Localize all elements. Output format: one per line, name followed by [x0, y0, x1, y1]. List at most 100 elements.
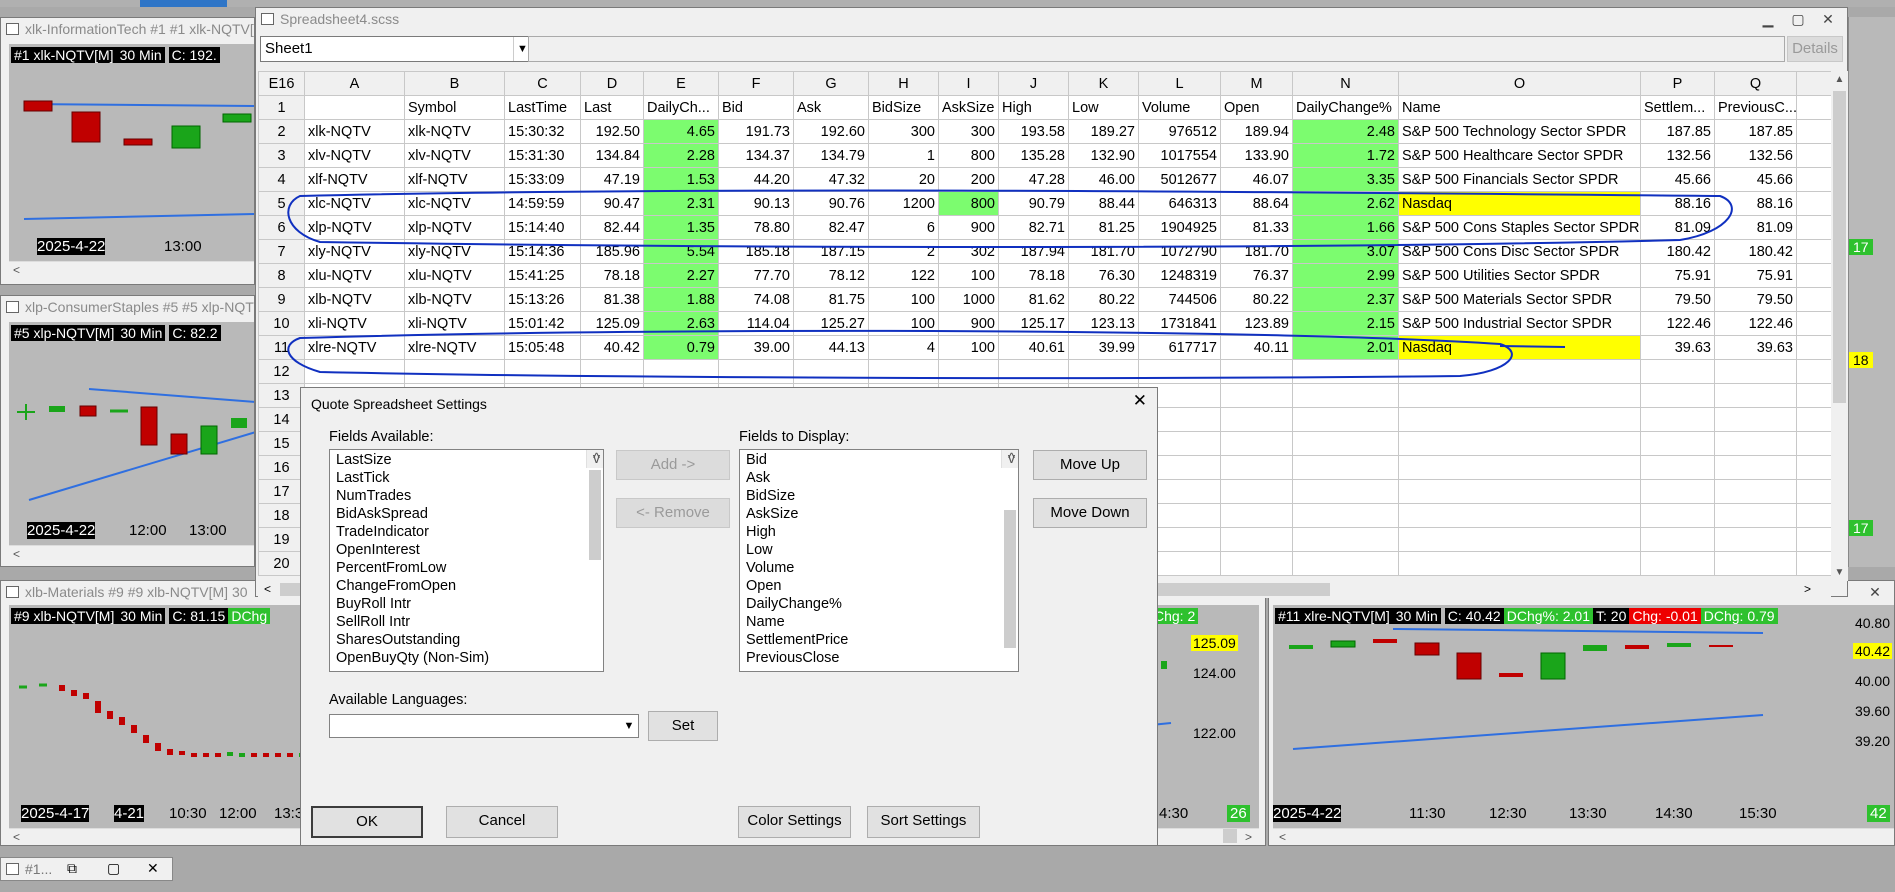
grid-cell[interactable]: [1220, 455, 1293, 480]
scroll-down-icon[interactable]: v: [1002, 450, 1018, 468]
column-header[interactable]: Open: [1220, 95, 1293, 120]
table-row[interactable]: 2 xlk-NQTV xlk-NQTV 15:30:32 192.50 4.65 191.7…: [258, 119, 1832, 144]
available-field-item[interactable]: LastSize: [333, 451, 603, 469]
grid-cell[interactable]: 76.30: [1068, 263, 1139, 288]
table-row[interactable]: 5 xlc-NQTV xlc-NQTV 14:59:59 90.47 2.31 90.13 9…: [258, 191, 1832, 216]
grid-cell[interactable]: [1640, 383, 1715, 408]
row-number[interactable]: 15: [258, 431, 305, 456]
grid-cell[interactable]: 1.72: [1292, 143, 1399, 168]
grid-cell[interactable]: [643, 359, 719, 384]
grid-cell[interactable]: 134.37: [718, 143, 794, 168]
column-letter[interactable]: O: [1398, 71, 1641, 96]
grid-cell[interactable]: [1796, 239, 1832, 264]
scroll-thumb[interactable]: [1833, 91, 1846, 403]
grid-cell[interactable]: 75.91: [1714, 263, 1797, 288]
quote-settings-dialog[interactable]: Quote Spreadsheet Settings ✕ Fields Avai…: [300, 387, 1158, 846]
grid-cell[interactable]: 187.94: [998, 239, 1069, 264]
grid-cell[interactable]: [1292, 551, 1399, 576]
grid-cell[interactable]: [1714, 431, 1797, 456]
grid-cell[interactable]: [1398, 455, 1641, 480]
column-letter[interactable]: C: [504, 71, 581, 96]
grid-cell[interactable]: 90.76: [793, 191, 869, 216]
column-letter[interactable]: I: [938, 71, 999, 96]
grid-cell[interactable]: [1220, 431, 1293, 456]
scroll-down-icon[interactable]: v: [587, 450, 603, 468]
grid-cell[interactable]: [1220, 359, 1293, 384]
chart-area[interactable]: #5 xlp-NQTV[M] 30 Min C: 82.2 2025-4-22 12…: [9, 322, 254, 562]
grid-cell[interactable]: [1292, 479, 1399, 504]
display-field-item[interactable]: BidSize: [743, 487, 1018, 505]
column-header[interactable]: BidSize: [868, 95, 939, 120]
grid-cell[interactable]: 3.07: [1292, 239, 1399, 264]
details-button[interactable]: Details: [1787, 36, 1843, 62]
grid-cell[interactable]: 88.44: [1068, 191, 1139, 216]
row-number[interactable]: 17: [258, 479, 305, 504]
row-number[interactable]: 18: [258, 503, 305, 528]
grid-cell[interactable]: 134.79: [793, 143, 869, 168]
scroll-thumb[interactable]: [589, 470, 601, 560]
available-field-item[interactable]: ChangeFromOpen: [333, 577, 603, 595]
grid-cell[interactable]: 4.65: [643, 119, 719, 144]
column-letter[interactable]: M: [1220, 71, 1293, 96]
grid-cell[interactable]: 1: [868, 143, 939, 168]
grid-cell[interactable]: 15:30:32: [504, 119, 581, 144]
column-letter[interactable]: G: [793, 71, 869, 96]
grid-cell[interactable]: 82.44: [580, 215, 644, 240]
grid-cell[interactable]: 1017554: [1138, 143, 1221, 168]
grid-cell[interactable]: 47.32: [793, 167, 869, 192]
grid-cell[interactable]: [1714, 479, 1797, 504]
grid-cell[interactable]: 193.58: [998, 119, 1069, 144]
grid-cell[interactable]: [1796, 527, 1832, 552]
color-settings-button[interactable]: Color Settings: [738, 806, 851, 838]
grid-cell[interactable]: 125.17: [998, 311, 1069, 336]
grid-cell[interactable]: [1292, 503, 1399, 528]
grid-cell[interactable]: 39.99: [1068, 335, 1139, 360]
grid-cell[interactable]: 646313: [1138, 191, 1221, 216]
grid-cell[interactable]: [1796, 359, 1832, 384]
grid-cell[interactable]: 134.84: [580, 143, 644, 168]
list-scrollbar[interactable]: ^ v: [586, 450, 603, 560]
display-field-item[interactable]: Bid: [743, 451, 1018, 469]
grid-cell[interactable]: 40.61: [998, 335, 1069, 360]
row-number[interactable]: 7: [258, 239, 305, 264]
grid-cell[interactable]: 187.15: [793, 239, 869, 264]
column-letter[interactable]: Q: [1714, 71, 1797, 96]
grid-cell[interactable]: 191.73: [718, 119, 794, 144]
row-number[interactable]: 12: [258, 359, 305, 384]
languages-select[interactable]: ▼: [329, 714, 639, 738]
grid-cell[interactable]: 617717: [1138, 335, 1221, 360]
grid-cell[interactable]: 39.63: [1714, 335, 1797, 360]
grid-cell[interactable]: xlp-NQTV: [404, 215, 505, 240]
grid-cell[interactable]: [1796, 167, 1832, 192]
chart-scrollbar[interactable]: <: [9, 261, 254, 278]
grid-cell[interactable]: [1796, 551, 1832, 576]
grid-cell[interactable]: [1796, 479, 1832, 504]
close-icon[interactable]: ✕: [1864, 583, 1886, 601]
grid-cell[interactable]: 1200: [868, 191, 939, 216]
grid-cell[interactable]: [1220, 503, 1293, 528]
display-field-item[interactable]: DailyChange%: [743, 595, 1018, 613]
grid-cell[interactable]: [1714, 383, 1797, 408]
available-field-item[interactable]: BuyRoll Intr: [333, 595, 603, 613]
grid-cell[interactable]: 45.66: [1714, 167, 1797, 192]
close-icon[interactable]: ✕: [147, 860, 159, 877]
list-scrollbar[interactable]: ^ v: [1001, 450, 1018, 648]
grid-cell[interactable]: [1796, 191, 1832, 216]
maximize-icon[interactable]: ▢: [1787, 10, 1809, 28]
grid-cell[interactable]: xlv-NQTV: [304, 143, 405, 168]
grid-cell[interactable]: [1398, 551, 1641, 576]
grid-cell[interactable]: 45.66: [1640, 167, 1715, 192]
grid-cell[interactable]: 180.42: [1640, 239, 1715, 264]
grid-cell[interactable]: 15:01:42: [504, 311, 581, 336]
grid-cell[interactable]: S&P 500 Financials Sector SPDR: [1398, 167, 1641, 192]
grid-cell[interactable]: xlf-NQTV: [304, 167, 405, 192]
grid-cell[interactable]: [1796, 287, 1832, 312]
grid-cell[interactable]: 1904925: [1138, 215, 1221, 240]
grid-cell[interactable]: 185.18: [718, 239, 794, 264]
grid-cell[interactable]: 132.90: [1068, 143, 1139, 168]
grid-cell[interactable]: [1220, 407, 1293, 432]
grid-cell[interactable]: 2.99: [1292, 263, 1399, 288]
grid-cell[interactable]: 2.48: [1292, 119, 1399, 144]
grid-cell[interactable]: 76.37: [1220, 263, 1293, 288]
column-header[interactable]: [1796, 95, 1832, 120]
